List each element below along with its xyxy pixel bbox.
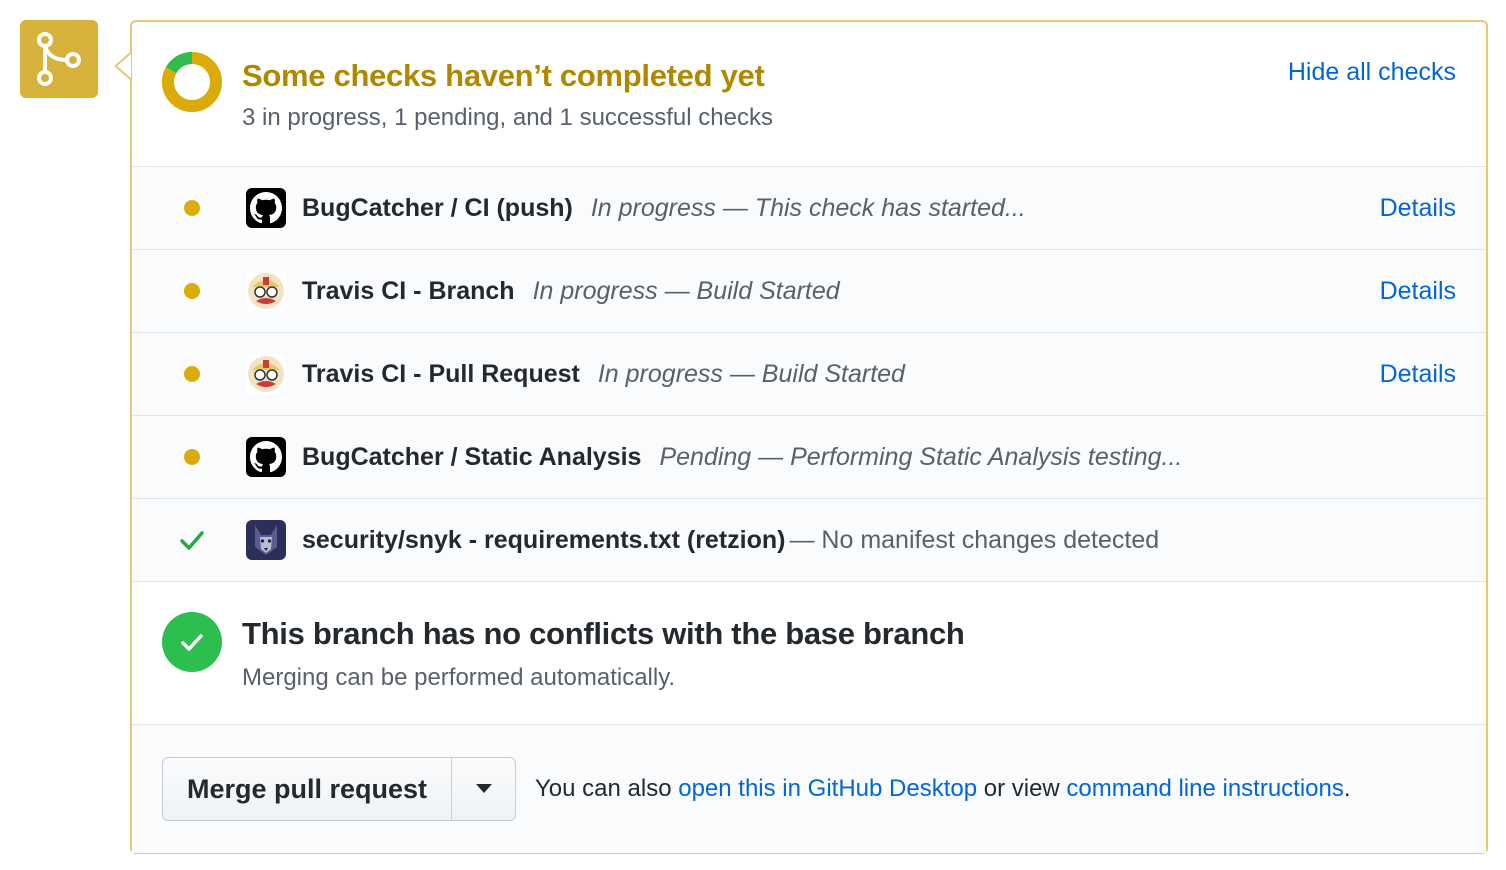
check-description: In progress — Build Started bbox=[597, 359, 905, 388]
check-name: Travis CI - Branch bbox=[302, 276, 515, 305]
travis-ci-icon bbox=[246, 271, 286, 311]
github-icon bbox=[246, 437, 286, 477]
in-progress-dot-icon bbox=[184, 200, 200, 216]
check-row: BugCatcher / Static Analysis Pending — Pe… bbox=[132, 416, 1486, 499]
check-name: security/snyk - requirements.txt (retzio… bbox=[302, 525, 786, 554]
conflict-title: This branch has no conflicts with the ba… bbox=[242, 616, 965, 651]
check-name: BugCatcher / Static Analysis bbox=[302, 442, 642, 471]
check-details-link[interactable]: Details bbox=[1380, 360, 1456, 389]
in-progress-dot-icon bbox=[184, 283, 200, 299]
hide-all-checks-link[interactable]: Hide all checks bbox=[1288, 58, 1456, 87]
check-description: Pending — Performing Static Analysis tes… bbox=[659, 442, 1183, 471]
github-icon bbox=[246, 188, 286, 228]
merge-status-badge bbox=[20, 20, 98, 98]
merge-pull-request-button[interactable]: Merge pull request bbox=[163, 758, 452, 820]
git-merge-icon bbox=[37, 32, 81, 86]
triangle-down-icon bbox=[475, 784, 492, 793]
check-details-link[interactable]: Details bbox=[1380, 277, 1456, 306]
check-description: In progress — Build Started bbox=[532, 276, 840, 305]
merge-alternatives-note: You can also open this in GitHub Desktop… bbox=[535, 775, 1351, 802]
success-circle-icon bbox=[162, 612, 222, 672]
check-row: Travis CI - Branch In progress — Build St… bbox=[132, 250, 1486, 333]
command-line-instructions-link[interactable]: command line instructions bbox=[1066, 775, 1343, 802]
check-details-link[interactable]: Details bbox=[1380, 194, 1456, 223]
travis-ci-icon bbox=[246, 354, 286, 394]
checks-summary: 3 in progress, 1 pending, and 1 successf… bbox=[242, 104, 773, 131]
snyk-icon bbox=[246, 520, 286, 560]
open-in-desktop-link[interactable]: open this in GitHub Desktop bbox=[678, 775, 977, 802]
check-row: BugCatcher / CI (push) In progress — This… bbox=[132, 167, 1486, 250]
check-description: In progress — This check has started... bbox=[590, 193, 1026, 222]
check-description: — No manifest changes detected bbox=[789, 525, 1160, 554]
checks-header: Some checks haven’t completed yet 3 in p… bbox=[132, 22, 1486, 167]
check-row: security/snyk - requirements.txt (retzio… bbox=[132, 499, 1486, 582]
merge-button-group: Merge pull request bbox=[162, 757, 516, 821]
conflict-status: This branch has no conflicts with the ba… bbox=[132, 582, 1486, 725]
checks-progress-ring-icon bbox=[162, 52, 222, 112]
check-name: Travis CI - Pull Request bbox=[302, 359, 580, 388]
success-check-icon bbox=[180, 531, 204, 550]
merge-method-dropdown[interactable] bbox=[452, 758, 515, 820]
check-name: BugCatcher / CI (push) bbox=[302, 193, 573, 222]
merge-actions: Merge pull request You can also open thi… bbox=[132, 725, 1486, 853]
in-progress-dot-icon bbox=[184, 366, 200, 382]
pending-dot-icon bbox=[184, 449, 200, 465]
check-row: Travis CI - Pull Request In progress — Bu… bbox=[132, 333, 1486, 416]
conflict-subtitle: Merging can be performed automatically. bbox=[242, 664, 676, 691]
checks-title: Some checks haven’t completed yet bbox=[242, 58, 765, 93]
merge-checks-panel: Some checks haven’t completed yet 3 in p… bbox=[114, 20, 1488, 854]
